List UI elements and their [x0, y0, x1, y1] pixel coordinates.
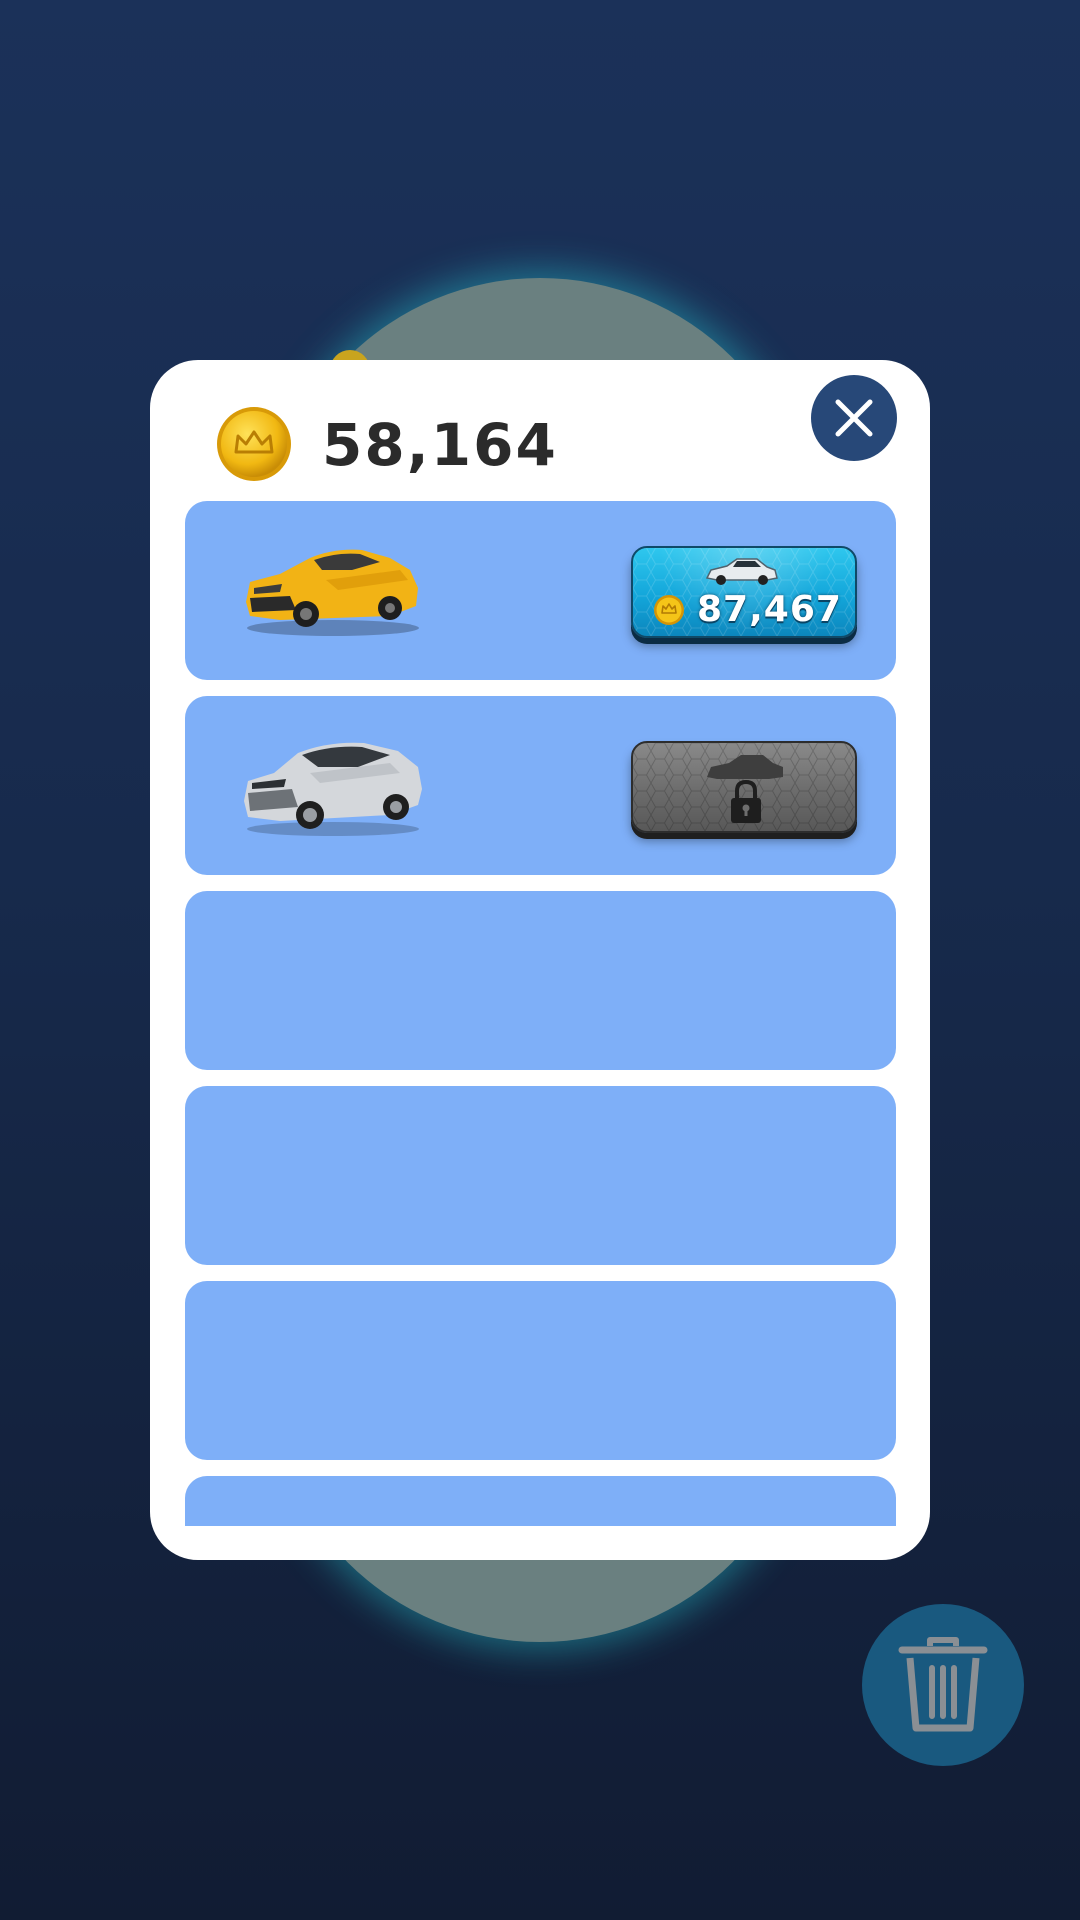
crown-coin-icon	[654, 595, 684, 625]
buy-car-button[interactable]: 87,467	[631, 546, 857, 638]
car-icon	[705, 558, 778, 585]
lock-icon	[731, 779, 761, 823]
trash-icon	[898, 1637, 988, 1732]
car-row	[185, 1281, 896, 1460]
close-icon	[835, 399, 873, 437]
close-button[interactable]	[811, 375, 897, 461]
trash-button[interactable]	[862, 1604, 1024, 1766]
car-price: 87,467	[697, 589, 842, 630]
coin-balance: 58,164	[322, 411, 558, 479]
locked-car-button	[631, 741, 857, 833]
car-row	[185, 891, 896, 1070]
yellow-sports-car-image	[246, 549, 419, 636]
car-row[interactable]	[185, 696, 896, 875]
car-row	[185, 1086, 896, 1265]
car-row[interactable]: 87,467	[185, 501, 896, 680]
car-shop-modal: 58,164 87,467	[150, 360, 930, 1560]
crown-coin-icon	[217, 407, 291, 481]
car-row	[185, 1476, 896, 1526]
silver-sedan-car-image	[244, 742, 422, 836]
car-list: 87,467	[185, 501, 896, 1526]
